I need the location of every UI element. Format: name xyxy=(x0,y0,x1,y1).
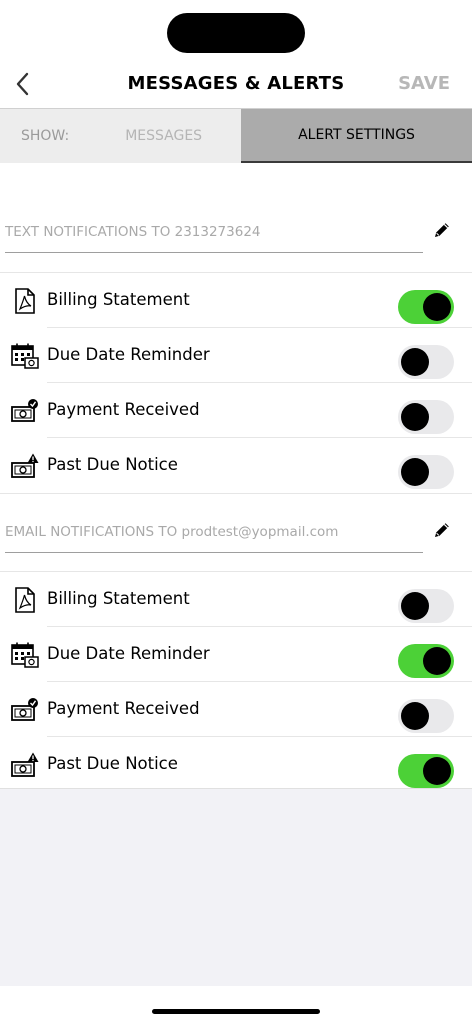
edit-email-button[interactable] xyxy=(432,520,452,540)
money-warning-icon xyxy=(11,453,39,478)
toggle-knob xyxy=(401,348,429,376)
email-alert-list: Billing Statement Due Date Reminder Paym… xyxy=(0,571,472,792)
calendar-money-icon xyxy=(11,642,39,668)
past-due-notice-text-toggle[interactable] xyxy=(398,455,454,489)
alert-label: Past Due Notice xyxy=(47,455,178,474)
billing-statement-email-toggle[interactable] xyxy=(398,589,454,623)
home-indicator[interactable] xyxy=(152,1009,320,1014)
due-date-reminder-text-toggle[interactable] xyxy=(398,345,454,379)
due-date-reminder-email-toggle[interactable] xyxy=(398,644,454,678)
toggle-knob xyxy=(423,293,451,321)
list-item: Past Due Notice xyxy=(0,438,472,493)
alert-label: Payment Received xyxy=(47,699,200,718)
list-item: Payment Received xyxy=(0,383,472,438)
empty-background-area xyxy=(0,788,472,986)
money-check-icon xyxy=(11,399,38,422)
alert-label: Due Date Reminder xyxy=(47,345,210,364)
text-notifications-field[interactable]: TEXT NOTIFICATIONS TO 2313273624 xyxy=(5,224,423,253)
show-label: SHOW: xyxy=(21,128,70,144)
edit-text-button[interactable] xyxy=(432,220,452,240)
alert-label: Billing Statement xyxy=(47,290,190,309)
pdf-document-icon xyxy=(15,587,35,613)
text-alert-list: Billing Statement Due Date Reminder Paym… xyxy=(0,272,472,493)
toggle-knob xyxy=(401,403,429,431)
list-item: Due Date Reminder xyxy=(0,328,472,383)
save-button[interactable]: SAVE xyxy=(398,73,450,94)
past-due-notice-email-toggle[interactable] xyxy=(398,754,454,788)
nav-header: MESSAGES & ALERTS SAVE xyxy=(0,60,472,108)
pencil-icon xyxy=(435,523,449,537)
pdf-document-icon xyxy=(15,288,35,314)
email-notifications-header: EMAIL NOTIFICATIONS TO prodtest@yopmail.… xyxy=(0,493,472,571)
tab-left-group: SHOW: MESSAGES xyxy=(0,109,241,163)
money-check-icon xyxy=(11,698,38,721)
tab-messages[interactable]: MESSAGES xyxy=(125,128,202,144)
alert-label: Billing Statement xyxy=(47,589,190,608)
toggle-knob xyxy=(401,592,429,620)
list-item: Payment Received xyxy=(0,682,472,737)
camera-notch xyxy=(167,13,305,53)
text-notifications-header: TEXT NOTIFICATIONS TO 2313273624 xyxy=(0,162,472,272)
toggle-knob xyxy=(401,702,429,730)
alert-settings-content: TEXT NOTIFICATIONS TO 2313273624 Billing… xyxy=(0,162,472,792)
list-item: Billing Statement xyxy=(0,572,472,627)
toggle-knob xyxy=(423,757,451,785)
toggle-knob xyxy=(423,647,451,675)
calendar-money-icon xyxy=(11,343,39,369)
billing-statement-text-toggle[interactable] xyxy=(398,290,454,324)
list-item: Past Due Notice xyxy=(0,737,472,792)
toggle-knob xyxy=(401,458,429,486)
tab-alert-settings[interactable]: ALERT SETTINGS xyxy=(241,109,472,163)
segment-tabs: SHOW: MESSAGES ALERT SETTINGS xyxy=(0,108,472,163)
list-item: Due Date Reminder xyxy=(0,627,472,682)
alert-label: Past Due Notice xyxy=(47,754,178,773)
list-item: Billing Statement xyxy=(0,273,472,328)
payment-received-text-toggle[interactable] xyxy=(398,400,454,434)
money-warning-icon xyxy=(11,752,39,777)
alert-label: Payment Received xyxy=(47,400,200,419)
payment-received-email-toggle[interactable] xyxy=(398,699,454,733)
alert-label: Due Date Reminder xyxy=(47,644,210,663)
email-notifications-field[interactable]: EMAIL NOTIFICATIONS TO prodtest@yopmail.… xyxy=(5,524,423,553)
pencil-icon xyxy=(435,223,449,237)
